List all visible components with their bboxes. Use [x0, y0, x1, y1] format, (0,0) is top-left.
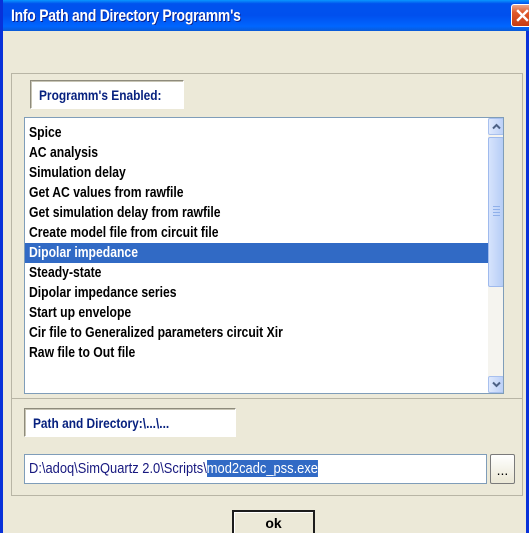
program-list-item[interactable]: Get simulation delay from rawfile: [25, 203, 488, 223]
chevron-down-icon: [492, 381, 501, 388]
programs-list: Spice AC analysis Simulation delay Get AC v…: [25, 123, 488, 363]
ok-button[interactable]: ok: [232, 510, 315, 533]
path-selected-text: mod2cadc_pss.exe: [206, 460, 318, 477]
scroll-thumb[interactable]: [488, 137, 503, 287]
path-input[interactable]: D:\adoq\SimQuartz 2.0\Scripts\mod2cadc_p…: [24, 454, 487, 484]
scroll-down-button[interactable]: [488, 376, 503, 393]
window-title: Info Path and Directory Programm's: [11, 6, 241, 25]
grip-icon: [493, 206, 500, 218]
program-list-item[interactable]: Simulation delay: [25, 163, 488, 183]
program-list-item[interactable]: Create model file from circuit file: [25, 223, 488, 243]
programs-listbox[interactable]: Spice AC analysis Simulation delay Get AC v…: [24, 117, 504, 394]
path-value: D:\adoq\SimQuartz 2.0\Scripts\: [29, 460, 207, 477]
program-list-item[interactable]: Raw file to Out file: [25, 343, 488, 363]
list-scrollbar[interactable]: [488, 118, 503, 393]
program-list-item[interactable]: AC analysis: [25, 143, 488, 163]
program-list-item[interactable]: Dipolar impedance: [25, 243, 488, 263]
close-icon: [516, 9, 529, 22]
path-label: Path and Directory:\...\...: [24, 408, 236, 437]
title-bar[interactable]: Info Path and Directory Programm's: [3, 0, 529, 31]
program-list-item[interactable]: Dipolar impedance series: [25, 283, 488, 303]
program-list-item[interactable]: Get AC values from rawfile: [25, 183, 488, 203]
browse-button[interactable]: ...: [490, 454, 515, 484]
chevron-up-icon: [492, 123, 501, 130]
scroll-up-button[interactable]: [488, 118, 503, 135]
programs-label: Programm's Enabled:: [30, 80, 184, 109]
close-button[interactable]: [511, 4, 529, 27]
dialog-window: Info Path and Directory Programm's Progr…: [0, 0, 529, 533]
program-list-item[interactable]: Steady-state: [25, 263, 488, 283]
program-list-item[interactable]: Cir file to Generalized parameters circu…: [25, 323, 488, 343]
program-list-item[interactable]: Spice: [25, 123, 488, 143]
program-list-item[interactable]: Start up envelope: [25, 303, 488, 323]
